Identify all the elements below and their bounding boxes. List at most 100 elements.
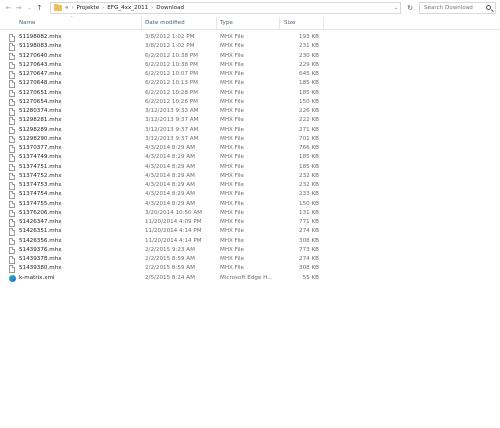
file-date-modified: 3/12/2013 9:37 AM — [145, 135, 199, 142]
file-row[interactable]: 51374751.mhx 4/3/2014 8:29 AM MHX File 185 … — [0, 163, 500, 172]
file-type: MHX File — [220, 34, 245, 40]
file-type: MHX File — [220, 228, 245, 235]
column-date-modified[interactable]: Date modified — [145, 16, 185, 30]
file-icon — [9, 52, 15, 60]
file-row[interactable]: 51370377.mhx 4/3/2014 8:29 AM MHX File 766 … — [0, 144, 500, 153]
file-icon — [9, 89, 15, 97]
file-row[interactable]: 51374754.mhx 4/3/2014 8:29 AM MHX File 233 … — [0, 190, 500, 199]
chevron-down-icon: ⌄ — [27, 5, 32, 11]
file-row[interactable]: k-matrix.xml 2/5/2015 8:24 AM Microsoft Ed… — [0, 274, 500, 283]
file-type: MHX File — [220, 71, 245, 77]
breadcrumb-separator-icon: › — [102, 5, 105, 11]
file-name: 51270640.mhx — [19, 52, 62, 59]
file-size: 185 KB — [299, 154, 319, 161]
file-size: 185 KB — [299, 89, 319, 96]
file-name: 51439380.mhx — [19, 265, 62, 272]
breadcrumb-overflow[interactable]: « — [65, 5, 68, 11]
file-row[interactable]: 51270640.mhx 6/2/2012 10:38 PM MHX File 230… — [0, 52, 500, 61]
column-divider[interactable] — [216, 17, 217, 29]
file-row[interactable]: 51270647.mhx 6/2/2012 10:07 PM MHX File 645… — [0, 70, 500, 79]
file-size: 55 KB — [302, 274, 319, 281]
file-date-modified: 6/2/2012 10:38 PM — [145, 52, 198, 59]
file-row[interactable]: 51270643.mhx 6/2/2012 10:38 PM MHX File 229… — [0, 61, 500, 70]
file-row[interactable]: 51376206.mhx 3/20/2014 10:50 AM MHX File 13… — [0, 209, 500, 218]
file-row[interactable]: 51439376.mhx 2/2/2015 9:23 AM MHX File 773 … — [0, 246, 500, 255]
file-type: MHX File — [220, 61, 245, 68]
file-date-modified: 3/12/2013 9:37 AM — [145, 117, 199, 124]
file-type: MHX File — [220, 237, 245, 244]
file-row[interactable]: 51426347.mhx 11/20/2014 4:09 PM MHX File 77… — [0, 218, 500, 227]
file-size: 232 KB — [299, 172, 319, 179]
file-type: MHX File — [220, 117, 245, 124]
edge-icon — [9, 274, 16, 282]
column-divider[interactable] — [141, 17, 142, 29]
address-dropdown-icon[interactable]: ⌄ — [394, 5, 398, 11]
file-row[interactable]: 51280374.mhx 3/12/2013 9:33 AM MHX File 226… — [0, 107, 500, 116]
column-divider[interactable] — [323, 17, 324, 29]
file-size: 231 KB — [299, 43, 319, 50]
up-button[interactable]: ↑ — [35, 3, 44, 13]
address-bar[interactable]: « › Projekte › EFG_4xx_2011 › Download ⌄ — [50, 2, 401, 14]
breadcrumb-separator-icon: › — [151, 5, 154, 11]
file-row[interactable]: 51270651.mhx 6/2/2012 10:28 PM MHX File 185… — [0, 89, 500, 98]
file-row[interactable]: 51270654.mhx 6/2/2012 10:26 PM MHX File 150… — [0, 98, 500, 107]
file-date-modified: 3/12/2013 9:37 AM — [145, 126, 199, 133]
file-date-modified: 6/2/2012 10:28 PM — [145, 89, 198, 96]
search-input[interactable] — [424, 5, 484, 11]
search-box[interactable] — [419, 2, 496, 14]
back-button[interactable]: ← — [4, 3, 13, 13]
recent-locations-button[interactable]: ⌄ — [25, 3, 34, 13]
file-row[interactable]: 51198083.mhx 3/8/2012 1:02 PM MHX File 231 … — [0, 42, 500, 51]
file-size: 308 KB — [299, 265, 319, 272]
file-size: 274 KB — [299, 256, 319, 262]
file-row[interactable]: 51374753.mhx 4/3/2014 8:29 AM MHX File 232 … — [0, 181, 500, 190]
file-icon — [9, 209, 15, 218]
forward-button[interactable]: → — [14, 3, 23, 13]
file-date-modified: 6/2/2012 10:13 PM — [145, 80, 198, 87]
file-date-modified: 2/2/2015 8:59 AM — [145, 256, 195, 262]
file-row[interactable]: 51374755.mhx 4/3/2014 8:29 AM MHX File 150 … — [0, 200, 500, 209]
file-icon — [9, 154, 15, 162]
file-type: MHX File — [220, 52, 245, 59]
file-row[interactable]: 51426351.mhx 11/20/2014 4:14 PM MHX File 27… — [0, 227, 500, 236]
file-row[interactable]: 51374752.mhx 4/3/2014 8:29 AM MHX File 232 … — [0, 172, 500, 181]
file-icon — [9, 108, 15, 116]
file-size: 185 KB — [299, 80, 319, 87]
column-header: Name ⌃ Date modified Type Size — [0, 15, 500, 30]
file-size: 193 KB — [299, 34, 319, 40]
file-size: 230 KB — [299, 52, 319, 59]
breadcrumb-item[interactable]: Download — [156, 5, 184, 11]
file-size: 150 KB — [299, 200, 319, 207]
file-icon — [9, 228, 15, 236]
column-type[interactable]: Type — [220, 16, 233, 30]
column-name[interactable]: Name — [19, 16, 36, 30]
file-row[interactable]: 51298289.mhx 3/12/2013 9:37 AM MHX File 271… — [0, 126, 500, 135]
breadcrumb-item[interactable]: EFG_4xx_2011 — [107, 5, 148, 11]
file-row[interactable]: 51298281.mhx 3/12/2013 9:37 AM MHX File 222… — [0, 116, 500, 125]
column-size[interactable]: Size — [284, 16, 295, 30]
file-row[interactable]: 51426356.mhx 11/20/2014 4:14 PM MHX File 30… — [0, 237, 500, 246]
file-date-modified: 6/2/2012 10:26 PM — [145, 98, 198, 105]
file-row[interactable]: 51374749.mhx 4/3/2014 8:29 AM MHX File 185 … — [0, 153, 500, 162]
refresh-button[interactable]: ↻ — [405, 3, 415, 13]
file-row[interactable]: 51198082.mhx 3/8/2012 1:02 PM MHX File 193 … — [0, 33, 500, 42]
breadcrumb-item[interactable]: Projekte — [76, 5, 99, 11]
file-icon — [9, 237, 15, 245]
file-name: 51439376.mhx — [19, 246, 62, 253]
file-icon — [9, 34, 15, 42]
file-name: 51376206.mhx — [19, 209, 62, 216]
file-row[interactable]: 51439380.mhx 2/2/2015 8:59 AM MHX File 308 … — [0, 264, 500, 273]
file-type: MHX File — [220, 246, 245, 253]
column-divider[interactable] — [279, 17, 280, 29]
file-list: 51198082.mhx 3/8/2012 1:02 PM MHX File 193 … — [0, 33, 500, 283]
file-row[interactable]: 51439378.mhx 2/2/2015 8:59 AM MHX File 274 … — [0, 255, 500, 264]
file-name: 51198082.mhx — [19, 34, 62, 40]
file-type: MHX File — [220, 209, 245, 216]
file-name: 51374754.mhx — [19, 191, 62, 198]
file-name: 51426347.mhx — [19, 219, 62, 225]
file-row[interactable]: 51270648.mhx 6/2/2012 10:13 PM MHX File 185… — [0, 79, 500, 88]
file-row[interactable]: 51298290.mhx 3/12/2013 9:37 AM MHX File 701… — [0, 135, 500, 144]
file-date-modified: 11/20/2014 4:14 PM — [145, 237, 202, 244]
file-type: MHX File — [220, 163, 245, 170]
file-date-modified: 2/5/2015 8:24 AM — [145, 274, 195, 281]
